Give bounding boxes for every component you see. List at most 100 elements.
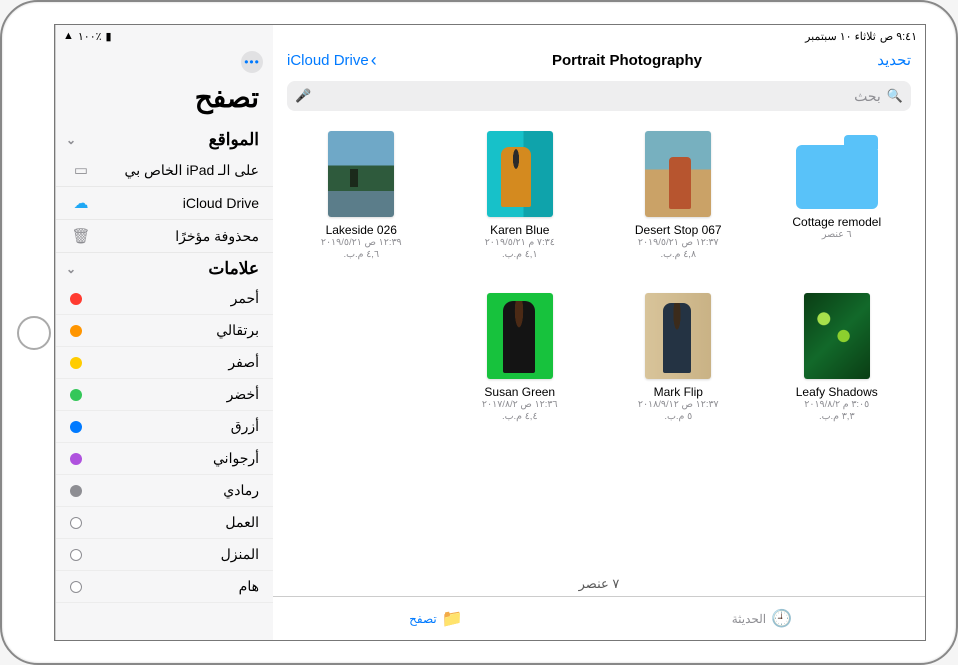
location-label: محذوفة مؤخرًا bbox=[100, 228, 259, 245]
photo-thumbnail bbox=[645, 131, 711, 217]
screen: ٩:٤١ ص ثلاثاء ١٠ سبتمبر ▮ ٪١٠٠ ▲ ••• تصف… bbox=[54, 24, 926, 641]
tag-label: هام bbox=[92, 578, 259, 595]
search-placeholder: بحث bbox=[317, 88, 881, 105]
ipad-icon: ▭ bbox=[70, 161, 92, 179]
tag-item[interactable]: أحمر bbox=[56, 283, 273, 315]
tag-label: المنزل bbox=[92, 546, 259, 563]
home-button[interactable] bbox=[17, 316, 51, 350]
ipad-frame: ٩:٤١ ص ثلاثاء ١٠ سبتمبر ▮ ٪١٠٠ ▲ ••• تصف… bbox=[0, 0, 958, 665]
location-item[interactable]: iCloud Drive ☁ bbox=[56, 187, 273, 220]
folder-icon: 📁 bbox=[442, 609, 463, 629]
tag-dot-icon bbox=[70, 453, 82, 465]
tag-item[interactable]: أصفر bbox=[56, 347, 273, 379]
file-item[interactable]: Susan Green١٢:٣٦ ص ٢٠١٧/٨/٢٤,٤ م.ب. bbox=[460, 293, 580, 443]
tab-bar: 🕘 الحديثة 📁 تصفح bbox=[273, 596, 925, 640]
photo-thumbnail bbox=[328, 131, 394, 217]
tag-label: أحمر bbox=[92, 290, 259, 307]
tab-recent[interactable]: 🕘 الحديثة bbox=[599, 597, 925, 640]
locations-header-label: المواقع bbox=[209, 130, 259, 150]
tag-circle-icon bbox=[70, 549, 82, 561]
tag-item[interactable]: رمادي bbox=[56, 475, 273, 507]
file-item[interactable]: Desert Stop 067١٢:٣٧ ص ٢٠١٩/٥/٢١٤,٨ م.ب. bbox=[618, 131, 738, 281]
location-label: على الـ iPad الخاص بي bbox=[100, 162, 259, 179]
item-meta-date: ٣:٠٥ م ٢٠١٩/٨/٢ bbox=[804, 399, 869, 411]
tag-item[interactable]: العمل bbox=[56, 507, 273, 539]
search-icon: 🔍 bbox=[887, 88, 903, 104]
status-bar: ٩:٤١ ص ثلاثاء ١٠ سبتمبر ▮ ٪١٠٠ ▲ bbox=[55, 25, 925, 45]
browse-title: تصفح bbox=[56, 77, 273, 124]
location-label: iCloud Drive bbox=[100, 195, 259, 211]
locations-list: على الـ iPad الخاص بي ▭ iCloud Drive ☁ محذوف… bbox=[56, 154, 273, 253]
status-left: ▮ ٪١٠٠ ▲ bbox=[63, 30, 112, 43]
folder-item[interactable]: Cottage remodel٦ عنصر bbox=[777, 131, 897, 281]
tag-item[interactable]: هام bbox=[56, 571, 273, 603]
item-meta-size: ٣,٣ م.ب. bbox=[819, 411, 855, 423]
photo-thumbnail bbox=[487, 131, 553, 217]
tag-item[interactable]: أزرق bbox=[56, 411, 273, 443]
file-item[interactable]: Leafy Shadows٣:٠٥ م ٢٠١٩/٨/٢٣,٣ م.ب. bbox=[777, 293, 897, 443]
item-meta-date: ١٢:٣٧ ص ٢٠١٨/٩/١٢ bbox=[638, 399, 719, 411]
chevron-back-icon: › bbox=[371, 50, 377, 71]
locations-header[interactable]: المواقع ⌄ bbox=[56, 124, 273, 154]
back-label: iCloud Drive bbox=[287, 52, 369, 69]
tag-circle-icon bbox=[70, 517, 82, 529]
tags-header[interactable]: علامات ⌄ bbox=[56, 253, 273, 283]
mic-icon: 🎤 bbox=[295, 88, 311, 104]
tab-browse-label: تصفح bbox=[409, 612, 437, 626]
item-meta-size: ٤,٦ م.ب. bbox=[343, 249, 379, 261]
item-name: Mark Flip bbox=[654, 385, 703, 399]
item-name: Desert Stop 067 bbox=[635, 223, 722, 237]
item-meta-date: ٧:٣٤ م ٢٠١٩/٥/٢١ bbox=[485, 237, 555, 249]
chevron-down-icon: ⌄ bbox=[66, 133, 76, 147]
file-item[interactable]: Karen Blue٧:٣٤ م ٢٠١٩/٥/٢١٤,١ م.ب. bbox=[460, 131, 580, 281]
file-item[interactable]: Lakeside 026١٢:٣٩ ص ٢٠١٩/٥/٢١٤,٦ م.ب. bbox=[301, 131, 421, 281]
tag-item[interactable]: برتقالي bbox=[56, 315, 273, 347]
tag-dot-icon bbox=[70, 325, 82, 337]
tag-dot-icon bbox=[70, 485, 82, 497]
nav-bar: › iCloud Drive Portrait Photography تحدي… bbox=[273, 45, 925, 75]
battery-percent: ٪١٠٠ bbox=[78, 30, 102, 43]
tag-circle-icon bbox=[70, 581, 82, 593]
page-title: Portrait Photography bbox=[552, 52, 702, 69]
photo-thumbnail bbox=[645, 293, 711, 379]
status-time: ٩:٤١ ص bbox=[880, 30, 917, 43]
tag-dot-icon bbox=[70, 421, 82, 433]
search-field[interactable]: 🔍 بحث 🎤 bbox=[287, 81, 911, 111]
tag-dot-icon bbox=[70, 293, 82, 305]
select-button[interactable]: تحديد bbox=[877, 51, 911, 69]
tag-label: أزرق bbox=[92, 418, 259, 435]
sidebar: ••• تصفح المواقع ⌄ على الـ iPad الخاص بي… bbox=[55, 25, 273, 640]
tag-item[interactable]: المنزل bbox=[56, 539, 273, 571]
item-meta-size: ٤,١ م.ب. bbox=[502, 249, 538, 261]
photo-thumbnail bbox=[804, 293, 870, 379]
cloud-icon: ☁ bbox=[70, 194, 92, 212]
item-meta-size: ٥ م.ب. bbox=[664, 411, 692, 423]
item-meta-size: ٤,٨ م.ب. bbox=[660, 249, 696, 261]
location-item[interactable]: محذوفة مؤخرًا🗑 bbox=[56, 220, 273, 253]
file-item[interactable]: Mark Flip١٢:٣٧ ص ٢٠١٨/٩/١٢٥ م.ب. bbox=[618, 293, 738, 443]
item-name: Cottage remodel bbox=[792, 215, 881, 229]
tag-label: العمل bbox=[92, 514, 259, 531]
folder-thumbnail-icon bbox=[796, 145, 878, 209]
tags-header-label: علامات bbox=[208, 259, 259, 279]
wifi-icon: ▲ bbox=[63, 30, 74, 42]
location-item[interactable]: على الـ iPad الخاص بي ▭ bbox=[56, 154, 273, 187]
chevron-down-icon: ⌄ bbox=[66, 262, 76, 276]
item-meta-date: ٦ عنصر bbox=[822, 229, 852, 241]
more-icon: ••• bbox=[244, 55, 260, 69]
tag-label: أخضر bbox=[92, 386, 259, 403]
item-meta-date: ١٢:٣٧ ص ٢٠١٩/٥/٢١ bbox=[638, 237, 719, 249]
tag-dot-icon bbox=[70, 357, 82, 369]
item-meta-date: ١٢:٣٦ ص ٢٠١٧/٨/٢ bbox=[482, 399, 558, 411]
tag-label: رمادي bbox=[92, 482, 259, 499]
back-button[interactable]: › iCloud Drive bbox=[287, 50, 377, 71]
more-button[interactable]: ••• bbox=[241, 51, 263, 73]
item-name: Karen Blue bbox=[490, 223, 549, 237]
tab-browse[interactable]: 📁 تصفح bbox=[273, 597, 599, 640]
tag-dot-icon bbox=[70, 389, 82, 401]
tag-label: أصفر bbox=[92, 354, 259, 371]
tags-list: أحمر برتقالي أصفر أخضر أزرق أرجواني رمادي العمل… bbox=[56, 283, 273, 603]
tag-item[interactable]: أرجواني bbox=[56, 443, 273, 475]
tag-item[interactable]: أخضر bbox=[56, 379, 273, 411]
tag-label: أرجواني bbox=[92, 450, 259, 467]
